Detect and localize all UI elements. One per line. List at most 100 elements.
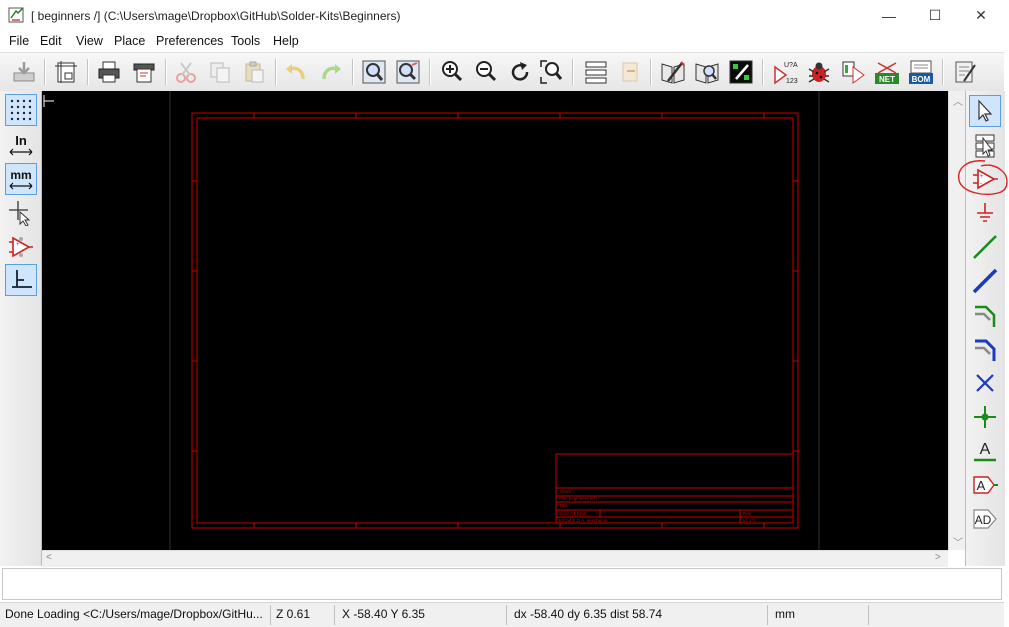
find-icon bbox=[362, 60, 386, 84]
minimize-button[interactable]: — bbox=[866, 0, 912, 31]
menu-view[interactable]: View bbox=[76, 34, 103, 48]
no-connect-button[interactable] bbox=[969, 367, 1001, 399]
hierarchical-label-button[interactable]: AD bbox=[969, 503, 1001, 535]
pcbnew-button[interactable] bbox=[950, 57, 980, 87]
units-inch-icon: In bbox=[9, 133, 33, 156]
wire-bus-entry-button[interactable] bbox=[969, 299, 1001, 331]
bom-button[interactable]: BOM bbox=[906, 57, 936, 87]
message-panel bbox=[2, 568, 1002, 600]
titleblock-sheet: Sheet: / bbox=[559, 489, 575, 494]
cursor-arrow-icon bbox=[978, 99, 993, 122]
junction-button[interactable] bbox=[969, 401, 1001, 433]
global-label-button[interactable]: A bbox=[969, 469, 1001, 501]
find-button[interactable] bbox=[359, 57, 389, 87]
paste-button[interactable] bbox=[239, 57, 269, 87]
ground-icon bbox=[977, 203, 993, 222]
place-power-button[interactable] bbox=[969, 197, 1001, 229]
pcb-new-icon bbox=[729, 60, 753, 84]
hierarchy-tool-button[interactable] bbox=[969, 129, 1001, 161]
bus-icon bbox=[972, 268, 998, 294]
netlist-button[interactable]: NET bbox=[872, 57, 902, 87]
schematic-canvas[interactable]: Sheet: / File: beginners.sch Title: Size… bbox=[42, 91, 948, 550]
library-editor-button[interactable] bbox=[658, 57, 688, 87]
wire-icon bbox=[973, 235, 997, 259]
svg-text:AD: AD bbox=[975, 513, 992, 527]
undo-button[interactable] bbox=[281, 57, 311, 87]
status-bar: Done Loading <C:/Users/mage/Dropbox/GitH… bbox=[0, 602, 1004, 627]
close-icon: ✕ bbox=[975, 7, 987, 23]
copy-icon bbox=[210, 62, 230, 83]
units-inch-button[interactable]: In bbox=[5, 129, 37, 161]
units-mm-button[interactable]: mm bbox=[5, 163, 37, 195]
find-replace-button[interactable] bbox=[393, 57, 423, 87]
crosshair-cursor bbox=[43, 95, 54, 107]
main-toolbar: U?A 123 NET BOM bbox=[0, 52, 1004, 92]
menu-place[interactable]: Place bbox=[114, 34, 145, 48]
bus-bus-entry-button[interactable] bbox=[969, 333, 1001, 365]
close-button[interactable]: ✕ bbox=[958, 0, 1004, 31]
wire-entry-icon bbox=[975, 305, 996, 327]
menu-edit[interactable]: Edit bbox=[40, 34, 62, 48]
orthogonal-lines-button[interactable] bbox=[5, 264, 37, 296]
units-mm-label: mm bbox=[10, 168, 31, 182]
scroll-up-icon[interactable]: ︿ bbox=[953, 93, 963, 108]
units-inch-label: In bbox=[15, 133, 27, 148]
grid-toggle-button[interactable] bbox=[5, 94, 37, 126]
library-browser-button[interactable] bbox=[692, 57, 722, 87]
titleblock-size-date: Size: A4 Date: bbox=[559, 511, 588, 516]
titleblock-file: File: beginners.sch bbox=[559, 496, 597, 501]
scroll-left-icon[interactable]: < bbox=[46, 552, 52, 563]
maximize-button[interactable]: ☐ bbox=[912, 0, 958, 31]
horizontal-scrollbar[interactable]: < > bbox=[42, 550, 948, 567]
show-hidden-pins-button[interactable]: + bbox=[5, 231, 37, 263]
redraw-button[interactable] bbox=[505, 57, 535, 87]
hierarchical-label-icon: AD bbox=[973, 509, 997, 529]
undo-icon bbox=[286, 64, 305, 80]
select-tool-button[interactable] bbox=[969, 95, 1001, 127]
menu-tools[interactable]: Tools bbox=[231, 34, 260, 48]
place-bus-button[interactable] bbox=[969, 265, 1001, 297]
net-label-button[interactable]: A bbox=[969, 435, 1001, 467]
print-button[interactable] bbox=[94, 57, 124, 87]
zoom-out-button[interactable] bbox=[471, 57, 501, 87]
title-block: Sheet: / File: beginners.sch Title: Size… bbox=[555, 453, 794, 524]
hierarchy-navigator-button[interactable] bbox=[581, 57, 611, 87]
save-button[interactable] bbox=[9, 57, 39, 87]
redraw-icon bbox=[511, 62, 529, 81]
copy-button[interactable] bbox=[205, 57, 235, 87]
svg-text:+: + bbox=[16, 242, 20, 248]
pcb-new-button[interactable] bbox=[726, 57, 756, 87]
status-units: mm bbox=[775, 607, 795, 621]
cut-button[interactable] bbox=[171, 57, 201, 87]
zoom-in-button[interactable] bbox=[437, 57, 467, 87]
status-zoom: Z 0.61 bbox=[276, 607, 311, 621]
place-wire-button[interactable] bbox=[969, 231, 1001, 263]
scroll-right-icon[interactable]: > bbox=[935, 552, 941, 563]
cursor-shape-button[interactable] bbox=[5, 197, 37, 229]
cut-icon bbox=[176, 62, 196, 83]
eeschema-app-icon bbox=[8, 7, 24, 23]
titleblock-kicad: KiCad E.D.A. eeschema bbox=[559, 518, 608, 523]
leave-sheet-button[interactable] bbox=[615, 57, 645, 87]
svg-text:A: A bbox=[980, 441, 991, 458]
bus-entry-icon bbox=[975, 339, 996, 361]
global-label-icon: A bbox=[973, 476, 998, 494]
menu-preferences[interactable]: Preferences bbox=[156, 34, 223, 48]
page-settings-button[interactable] bbox=[51, 57, 81, 87]
scroll-down-icon[interactable]: ﹀ bbox=[953, 534, 963, 549]
plot-button[interactable] bbox=[129, 57, 159, 87]
redo-button[interactable] bbox=[316, 57, 346, 87]
erc-button[interactable] bbox=[804, 57, 834, 87]
no-connect-icon bbox=[976, 374, 994, 392]
plot-icon bbox=[133, 63, 155, 83]
status-delta: dx -58.40 dy 6.35 dist 58.74 bbox=[514, 607, 663, 621]
window-title: [ beginners /] (C:\Users\mage\Dropbox\Gi… bbox=[31, 9, 401, 23]
annotate-button[interactable]: U?A 123 bbox=[770, 57, 800, 87]
pcbnew-icon bbox=[955, 61, 976, 83]
menu-file[interactable]: File bbox=[9, 34, 29, 48]
net-label-icon: A bbox=[974, 441, 996, 462]
cvpcb-button[interactable] bbox=[838, 57, 868, 87]
leave-sheet-icon bbox=[622, 62, 638, 82]
zoom-fit-button[interactable] bbox=[537, 57, 567, 87]
menu-help[interactable]: Help bbox=[273, 34, 299, 48]
